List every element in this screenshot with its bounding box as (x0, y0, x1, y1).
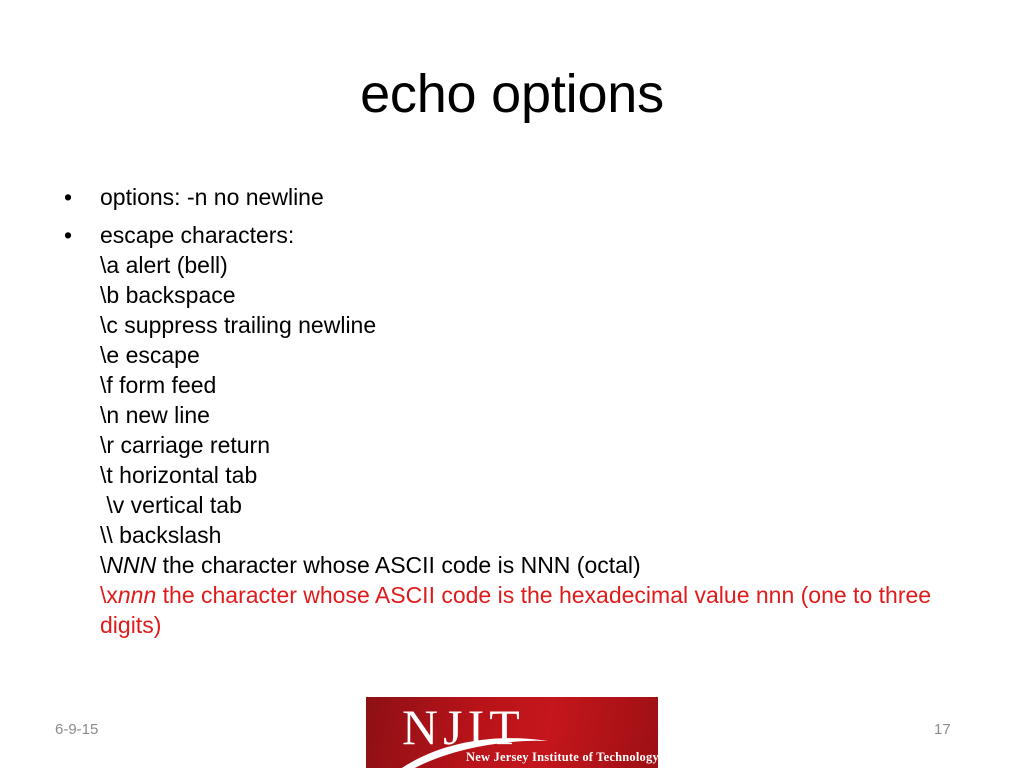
list-item: \e escape (100, 342, 200, 368)
hex-escape-code: nnn (117, 582, 157, 608)
list-item: \b backspace (100, 282, 236, 308)
escape-character-list: \a alert (bell) \b backspace \c suppress… (100, 250, 956, 640)
list-item: \r carriage return (100, 432, 271, 458)
list-item-hex-escape: \xnnn the character whose ASCII code is … (100, 580, 956, 640)
bullet-marker: • (64, 184, 73, 210)
bullet-item-options: • options: -n no newline (56, 182, 956, 212)
njit-logo-tagline: New Jersey Institute of Technology (466, 750, 658, 764)
list-item: \c suppress trailing newline (100, 312, 377, 338)
slide: echo options • options: -n no newline • … (0, 0, 1024, 768)
octal-escape-code: NNN (106, 552, 157, 578)
list-item: \\ backslash (100, 522, 222, 548)
bullet-label-escape-characters: escape characters: (100, 222, 295, 248)
list-item: \t horizontal tab (100, 462, 258, 488)
slide-body: • options: -n no newline • escape charac… (56, 182, 956, 640)
njit-logo: NJIT New Jersey Institute of Technology (366, 697, 658, 768)
list-item: \f form feed (100, 372, 217, 398)
page-title: echo options (360, 64, 664, 124)
footer-date: 6-9-15 (55, 721, 99, 738)
hex-escape-description: the character whose ASCII code is the he… (100, 582, 938, 638)
bullet-item-escape-characters: • escape characters: \a alert (bell) \b … (56, 220, 956, 640)
list-item: \n new line (100, 402, 210, 428)
list-item: \v vertical tab (100, 492, 242, 518)
footer-slide-number: 17 (934, 721, 951, 738)
list-item-octal-escape: \NNN the character whose ASCII code is N… (100, 550, 956, 580)
hex-escape-prefix: \x (100, 582, 118, 608)
list-item: \a alert (bell) (100, 252, 228, 278)
bullet-marker: • (64, 222, 73, 248)
bullet-label-options: options: -n no newline (100, 184, 324, 210)
njit-logo-graphic: NJIT New Jersey Institute of Technology (401, 699, 658, 768)
octal-escape-description: the character whose ASCII code is NNN (o… (156, 552, 641, 578)
